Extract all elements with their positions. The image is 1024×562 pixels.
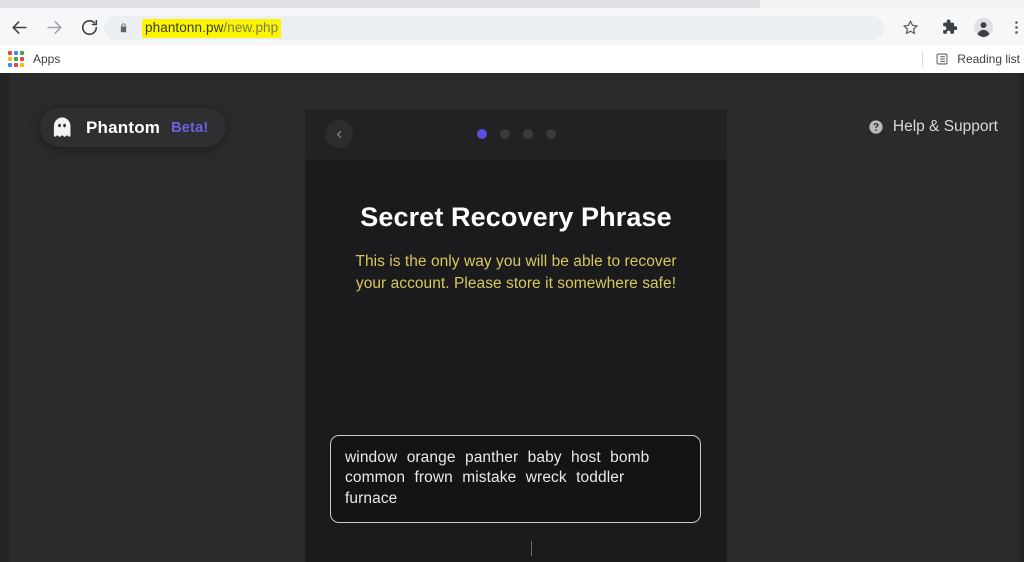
reading-list-label: Reading list — [957, 52, 1020, 66]
three-dot-menu-icon — [1014, 20, 1018, 34]
forward-button[interactable] — [41, 14, 67, 40]
step-indicator — [305, 129, 727, 139]
browser-window: phantonn.pw/new.php Apps Reading list Ph… — [0, 0, 1024, 562]
step-dot-4[interactable] — [545, 129, 556, 139]
lock-icon — [120, 23, 127, 33]
page-right-gutter — [1020, 73, 1024, 562]
bookmark-star-icon — [902, 19, 918, 34]
extensions-button[interactable] — [937, 15, 961, 39]
seed-phrase-words: window orange panther baby host bomb com… — [345, 449, 650, 507]
phantom-ghost-icon — [53, 117, 71, 137]
profile-avatar-button[interactable] — [971, 15, 995, 39]
back-button[interactable] — [6, 14, 32, 40]
help-and-support-link[interactable]: Help & Support — [868, 118, 998, 136]
bookmark-item-apps[interactable]: Apps — [8, 49, 60, 69]
page-left-gutter — [0, 73, 9, 562]
google-apps-grid-icon — [8, 51, 24, 67]
chrome-menu-button[interactable] — [1004, 15, 1024, 39]
url-host: phantonn.pw — [145, 19, 224, 35]
address-bar[interactable]: phantonn.pw/new.php — [104, 16, 884, 40]
modal-header — [305, 109, 727, 160]
bookmark-star-button[interactable] — [898, 15, 922, 39]
phantom-brand-badge[interactable]: Phantom Beta! — [40, 108, 227, 147]
step-dot-3[interactable] — [522, 129, 533, 139]
seed-phrase-box[interactable]: window orange panther baby host bomb com… — [330, 435, 701, 556]
onboarding-modal: Secret Recovery Phrase This is the only … — [305, 109, 727, 562]
modal-body: Secret Recovery Phrase This is the only … — [305, 202, 727, 296]
bookmarks-bar: Apps Reading list — [0, 45, 1024, 73]
profile-avatar-icon — [973, 17, 993, 37]
reading-list-icon — [936, 53, 948, 65]
text-caret — [531, 541, 532, 556]
url-text: phantonn.pw/new.php — [142, 18, 282, 38]
tab-strip-empty-area — [760, 0, 1024, 8]
bookmarks-divider — [922, 51, 924, 67]
phantom-brand-name: Phantom — [86, 117, 161, 137]
extensions-puzzle-icon — [943, 19, 958, 34]
warning-text: This is the only way you will be able to… — [355, 253, 677, 293]
bookmark-apps-label: Apps — [33, 52, 61, 66]
reading-list-button[interactable]: Reading list — [922, 49, 1020, 69]
help-and-support-label: Help & Support — [892, 118, 998, 135]
arrow-right-icon — [46, 20, 62, 34]
url-path: /new.php — [223, 19, 279, 35]
phantom-beta-tag: Beta! — [171, 119, 209, 136]
browser-toolbar: phantonn.pw/new.php — [0, 8, 1024, 45]
question-circle-icon — [869, 120, 883, 134]
page-viewport: Phantom Beta! Help & Support Secret Reco… — [0, 73, 1024, 562]
arrow-left-icon — [11, 20, 27, 34]
page-title: Secret Recovery Phrase — [360, 202, 672, 232]
step-dot-1[interactable] — [476, 129, 487, 139]
reload-button[interactable] — [76, 14, 102, 40]
step-dot-2[interactable] — [499, 129, 510, 139]
reload-icon — [81, 19, 97, 35]
